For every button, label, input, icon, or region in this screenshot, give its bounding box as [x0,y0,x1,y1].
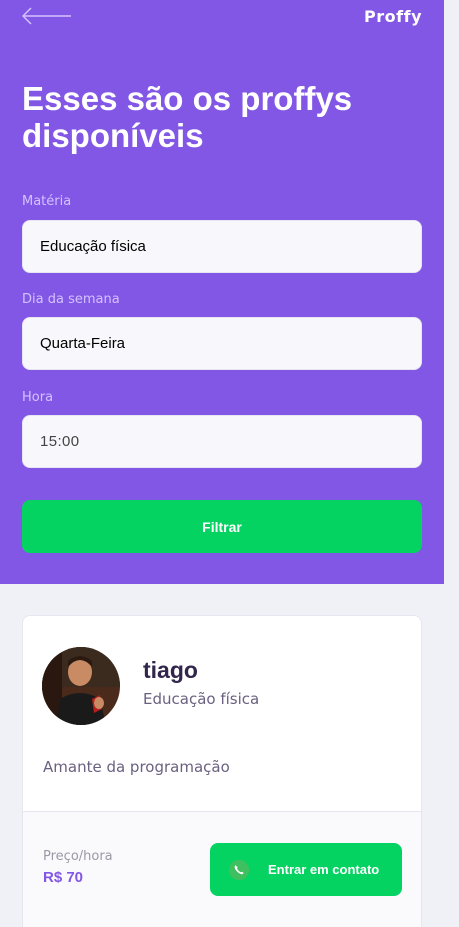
time-input[interactable]: 15:00 [22,415,422,468]
price-value: R$ 70 [43,869,84,886]
teacher-subject: Educação física [143,690,260,708]
filter-button[interactable]: Filtrar [22,500,422,553]
subject-select[interactable]: Educação física [22,220,422,273]
logo: Proffy [364,7,422,26]
weekday-label: Dia da semana [22,292,120,307]
back-arrow-icon[interactable] [22,6,72,26]
price-label: Preço/hora [43,849,113,864]
contact-button[interactable]: Entrar em contato [210,843,402,896]
card-footer: Preço/hora R$ 70 Entrar em contato [23,811,421,927]
avatar [42,647,120,725]
time-label: Hora [22,390,54,405]
whatsapp-icon [228,859,250,880]
weekday-select[interactable]: Quarta-Feira [22,317,422,370]
subject-label: Matéria [22,194,72,209]
teacher-name: tiago [143,657,198,683]
contact-button-label: Entrar em contato [268,862,380,877]
page-title: Esses são os proffys disponíveis [22,80,353,154]
teacher-bio: Amante da programação [43,758,230,776]
teacher-card: tiago Educação física Amante da programa… [22,615,422,927]
page-header: Proffy Esses são os proffys disponíveis … [0,0,444,584]
